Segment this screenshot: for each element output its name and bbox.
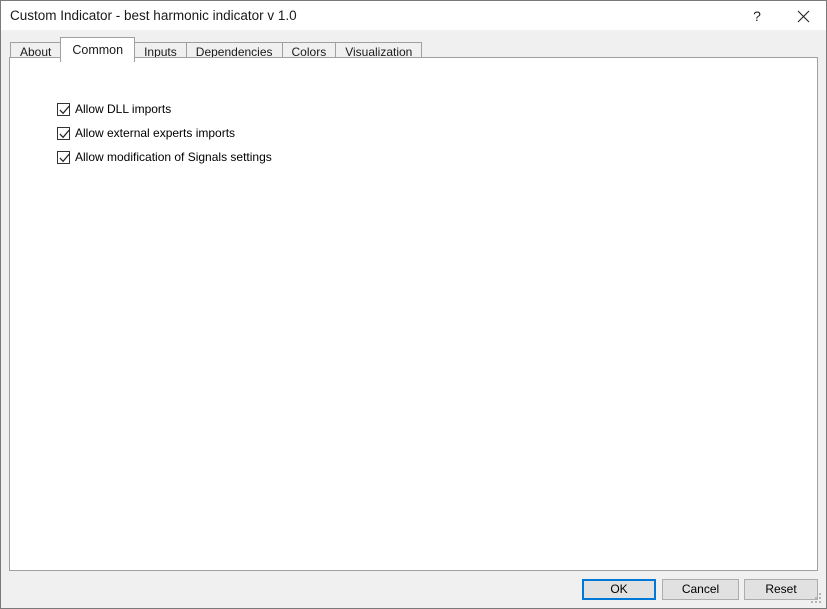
window-controls: ?: [734, 1, 826, 31]
checkbox-row-allow-dll-imports[interactable]: Allow DLL imports: [57, 102, 272, 116]
allow-dll-imports-checkbox[interactable]: [57, 102, 70, 116]
checkbox-row-allow-modification-of-signals-settings[interactable]: Allow modification of Signals settings: [57, 150, 272, 164]
close-button[interactable]: [780, 1, 826, 31]
cancel-button[interactable]: Cancel: [662, 579, 739, 600]
title-bar: Custom Indicator - best harmonic indicat…: [1, 1, 826, 31]
reset-button[interactable]: Reset: [744, 579, 818, 600]
allow-modification-of-signals-settings-label: Allow modification of Signals settings: [75, 149, 272, 164]
tab-common[interactable]: Common: [60, 37, 136, 62]
ok-button[interactable]: OK: [582, 579, 656, 600]
allow-dll-imports-label: Allow DLL imports: [75, 101, 172, 116]
help-button[interactable]: ?: [734, 1, 780, 31]
checkbox-row-allow-external-experts-imports[interactable]: Allow external experts imports: [57, 126, 272, 140]
allow-modification-of-signals-settings-checkbox[interactable]: [57, 150, 70, 164]
allow-external-experts-imports-label: Allow external experts imports: [75, 125, 236, 140]
question-mark-icon: ?: [753, 8, 761, 24]
custom-indicator-dialog: Custom Indicator - best harmonic indicat…: [0, 0, 827, 609]
tab-content-common: Allow DLL imports Allow external experts…: [9, 57, 818, 571]
window-title: Custom Indicator - best harmonic indicat…: [10, 8, 297, 23]
allow-external-experts-imports-checkbox[interactable]: [57, 126, 70, 140]
resize-grip[interactable]: [811, 593, 823, 605]
close-icon: [797, 10, 810, 23]
common-options-list: Allow DLL imports Allow external experts…: [57, 102, 272, 164]
